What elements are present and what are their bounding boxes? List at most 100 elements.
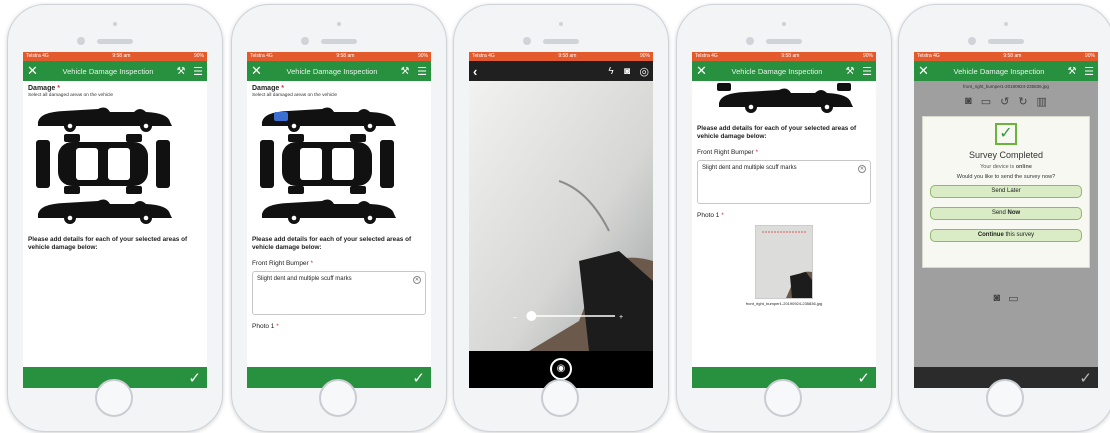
clock: 9:58 am <box>1003 53 1022 59</box>
clear-icon[interactable]: ✕ <box>413 276 421 284</box>
zoom-thumb[interactable] <box>526 311 537 321</box>
close-icon[interactable]: ✕ <box>696 63 712 79</box>
vehicle-damage-diagram[interactable] <box>28 106 178 224</box>
clear-icon[interactable]: ✕ <box>858 165 866 173</box>
phone-speaker <box>766 39 802 44</box>
car-windscreen <box>108 148 130 180</box>
car-front-view[interactable] <box>380 140 394 188</box>
car-wheel-front-right[interactable] <box>126 186 142 194</box>
car-side-bottom-outline[interactable] <box>38 199 172 224</box>
connection-status-value: online <box>1015 164 1032 170</box>
wrench-icon[interactable]: ⚒ <box>397 66 413 77</box>
car-front-view[interactable] <box>156 140 170 188</box>
send-later-button[interactable]: Send Later <box>930 185 1082 198</box>
phone-damage-selection: Telstra 4G 9:58 am 90% ✕ Vehicle Damage … <box>7 4 223 432</box>
hamburger-menu-icon[interactable]: ☰ <box>189 65 203 78</box>
photo-filename: front_right_bumper1-20190924-235836.jpg <box>745 301 823 306</box>
carrier: Telstra <box>26 53 41 59</box>
carrier: Telstra <box>917 53 932 59</box>
field-label-front-right-bumper: Front Right Bumper <box>252 260 309 267</box>
zoom-minus-label: – <box>513 314 517 321</box>
battery-level: 90% <box>862 53 873 59</box>
app-header: ✕ Vehicle Damage Inspection ⚒ ☰ <box>247 61 431 81</box>
phone-speaker <box>97 39 133 44</box>
phone-survey-completed: Telstra 4G 9:58 am 90% ✕ Vehicle Damage … <box>898 4 1110 432</box>
photo-label: Photo 1 <box>697 212 720 219</box>
phone-front-camera <box>77 37 85 45</box>
close-icon[interactable]: ✕ <box>251 63 267 79</box>
screen: Telstra 4G 9:58 am 90% ✕ Vehicle Damage … <box>692 52 876 388</box>
clock: 9:58 am <box>781 53 800 59</box>
aperture-icon[interactable]: ◎ <box>635 65 649 78</box>
screen: Telstra 4G 9:58 am 90% ✕ Vehicle Damage … <box>914 52 1098 388</box>
car-top-body[interactable] <box>282 142 372 186</box>
camera-viewfinder[interactable]: – + <box>469 81 653 351</box>
phone-damage-details: Telstra 4G 9:58 am 90% ✕ Vehicle Damage … <box>231 4 447 432</box>
phone-front-camera <box>523 37 531 45</box>
flash-icon[interactable]: ϟ <box>603 66 619 77</box>
damage-photo-thumbnail[interactable] <box>755 225 813 299</box>
damage-description-input[interactable]: Slight dent and multiple scuff marks ✕ <box>252 271 426 315</box>
carrier: Telstra <box>250 53 265 59</box>
car-wheel-front-right[interactable] <box>350 186 366 194</box>
chevron-left-icon[interactable]: ‹ <box>473 64 489 79</box>
checkmark-icon[interactable]: ✓ <box>1079 369 1092 387</box>
vehicle-damage-diagram[interactable] <box>252 106 402 224</box>
hamburger-menu-icon[interactable]: ☰ <box>413 65 427 78</box>
car-front-view[interactable] <box>837 83 851 91</box>
car-side-top-outline[interactable] <box>38 107 172 132</box>
camera-switch-icon[interactable]: ◙ <box>619 66 635 77</box>
phone-front-camera <box>968 37 976 45</box>
close-icon[interactable]: ✕ <box>918 63 934 79</box>
car-wheel-rear-right[interactable] <box>64 186 80 194</box>
hamburger-menu-icon[interactable]: ☰ <box>858 65 872 78</box>
damage-description-value: Slight dent and multiple scuff marks <box>702 165 797 171</box>
phone-sensor <box>782 22 786 26</box>
close-icon[interactable]: ✕ <box>27 63 43 79</box>
carrier: Telstra <box>472 53 487 59</box>
continue-survey-button[interactable]: Continue this survey <box>930 229 1082 242</box>
car-side-bottom-outline[interactable] <box>262 199 396 224</box>
status-bar: Telstra 4G 9:58 am 90% <box>692 52 876 61</box>
send-now-button[interactable]: Send Now <box>930 207 1082 220</box>
car-wheel-rear-left[interactable] <box>288 134 304 142</box>
damage-description-input[interactable]: Slight dent and multiple scuff marks ✕ <box>697 160 871 204</box>
wrench-icon[interactable]: ⚒ <box>842 66 858 77</box>
car-top-body[interactable] <box>58 142 148 186</box>
network: 4G <box>42 53 49 59</box>
wrench-icon[interactable]: ⚒ <box>1064 66 1080 77</box>
battery-level: 90% <box>417 53 428 59</box>
car-rear-view[interactable] <box>36 140 50 188</box>
battery-level: 90% <box>1084 53 1095 59</box>
dialog-question: Would you like to send the survey now? <box>956 174 1056 180</box>
battery-level: 90% <box>639 53 650 59</box>
status-bar: Telstra 4G 9:58 am 90% <box>247 52 431 61</box>
damage-description-value: Slight dent and multiple scuff marks <box>257 276 352 282</box>
wrench-icon[interactable]: ⚒ <box>173 66 189 77</box>
vehicle-damage-diagram[interactable] <box>709 83 859 113</box>
checkmark-icon[interactable]: ✓ <box>857 369 870 387</box>
car-side-bottom-outline[interactable] <box>719 88 853 113</box>
car-rear-view[interactable] <box>260 140 274 188</box>
hamburger-menu-icon[interactable]: ☰ <box>1080 65 1094 78</box>
selected-damage-area[interactable] <box>274 112 288 121</box>
dialog-title: Survey Completed <box>968 150 1044 160</box>
send-now-strong: Now <box>1007 210 1021 216</box>
checkmark-icon[interactable]: ✓ <box>188 369 201 387</box>
car-wheel-front-left[interactable] <box>350 134 366 142</box>
phone-sensor <box>337 22 341 26</box>
form-content: Damage * Select all damaged areas on the… <box>23 81 207 256</box>
car-rear-view[interactable] <box>717 83 731 91</box>
clock: 9:58 am <box>558 53 577 59</box>
car-roof-window <box>300 148 322 180</box>
photo-label: Photo 1 <box>252 323 275 330</box>
phone-sensor <box>113 22 117 26</box>
car-wheel-rear-left[interactable] <box>64 134 80 142</box>
car-wheel-rear-right[interactable] <box>288 186 304 194</box>
details-prompt: Please add details for each of your sele… <box>697 125 857 140</box>
camera-icon[interactable]: ◉ <box>550 358 572 380</box>
car-wheel-front-left[interactable] <box>126 134 142 142</box>
carrier: Telstra <box>695 53 710 59</box>
screen: Telstra 4G 9:58 am 90% ✕ Vehicle Damage … <box>247 52 431 388</box>
checkmark-icon[interactable]: ✓ <box>412 369 425 387</box>
